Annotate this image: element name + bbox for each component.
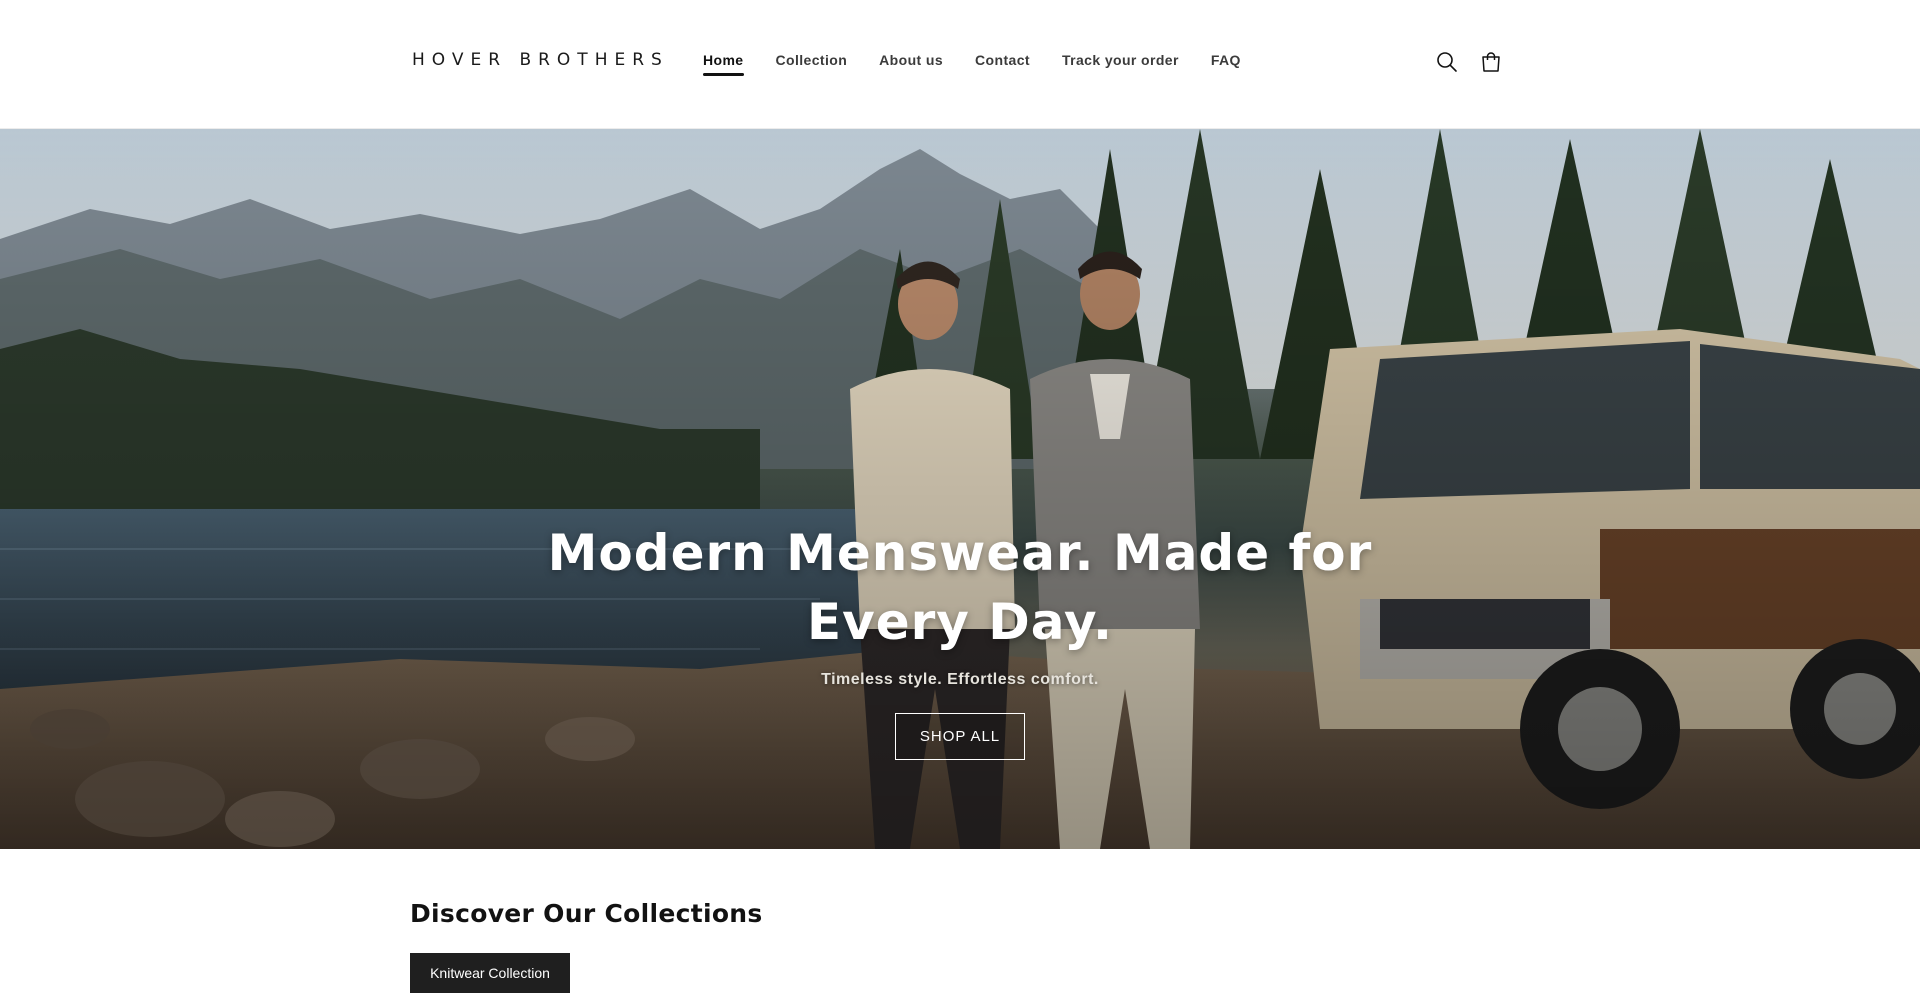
- shop-all-button[interactable]: SHOP ALL: [895, 713, 1025, 760]
- hero-content: Modern Menswear. Made for Every Day. Tim…: [0, 519, 1920, 760]
- nav-faq[interactable]: FAQ: [1211, 52, 1241, 76]
- main-nav: Home Collection About us Contact Track y…: [687, 52, 1257, 76]
- cart-icon: [1482, 52, 1500, 72]
- nav-home[interactable]: Home: [703, 52, 744, 76]
- nav-contact[interactable]: Contact: [975, 52, 1030, 76]
- brand-logo[interactable]: HOVER BROTHERS: [412, 50, 669, 70]
- hero-subtitle: Timeless style. Effortless comfort.: [821, 671, 1099, 688]
- nav-track-order[interactable]: Track your order: [1062, 52, 1179, 76]
- hero-title: Modern Menswear. Made for Every Day.: [547, 524, 1373, 651]
- knitwear-collection-button[interactable]: Knitwear Collection: [410, 953, 570, 993]
- site-header: HOVER BROTHERS Home Collection About us …: [0, 0, 1920, 129]
- nav-about-us[interactable]: About us: [879, 52, 943, 76]
- search-button[interactable]: [1433, 48, 1461, 76]
- collections-title: Discover Our Collections: [410, 899, 763, 928]
- nav-collection[interactable]: Collection: [776, 52, 848, 76]
- cart-button[interactable]: [1477, 48, 1505, 76]
- search-icon: [1437, 52, 1457, 72]
- hero-banner: Modern Menswear. Made for Every Day. Tim…: [0, 129, 1920, 849]
